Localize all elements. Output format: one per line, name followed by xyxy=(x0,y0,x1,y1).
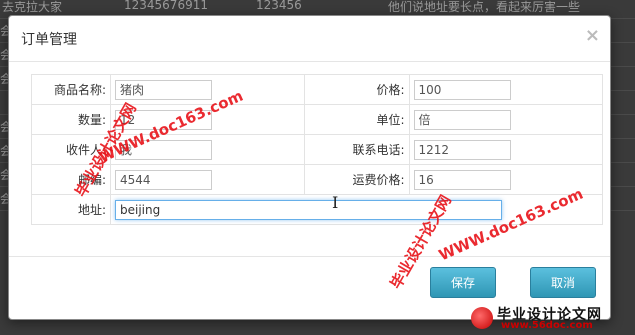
phone-label: 联系电话: xyxy=(303,134,410,165)
brand-logo: 毕业设计论文网 www.56doc.com xyxy=(471,304,629,332)
save-button[interactable]: 保存 xyxy=(430,267,496,298)
cell: 去克拉大家 xyxy=(2,0,63,14)
dialog-header: 订单管理 × xyxy=(9,16,610,62)
brand-url: www.56doc.com xyxy=(501,320,593,331)
product-name-label: 商品名称: xyxy=(31,74,111,105)
unit-field[interactable] xyxy=(413,109,511,130)
text-cursor-icon: I xyxy=(332,193,339,212)
cell: 他们说地址要长点，看起来厉害一些 xyxy=(388,0,581,14)
form-row: 商品名称: 价格: xyxy=(31,74,603,105)
price-label: 价格: xyxy=(303,74,410,105)
shipping-price-field[interactable] xyxy=(413,169,511,190)
price-field[interactable] xyxy=(413,79,511,100)
product-name-field[interactable] xyxy=(115,79,212,100)
quantity-label: 数量: xyxy=(31,104,111,135)
cell: 12345676911 xyxy=(124,0,208,12)
shipping-price-label: 运费价格: xyxy=(303,164,410,195)
close-icon[interactable]: × xyxy=(585,27,600,45)
postcode-field[interactable] xyxy=(115,169,212,190)
phone-field[interactable] xyxy=(413,139,511,160)
address-label: 地址: xyxy=(31,194,111,225)
dialog-title: 订单管理 xyxy=(21,32,77,48)
cancel-button[interactable]: 取消 xyxy=(530,267,596,298)
unit-label: 单位: xyxy=(303,104,410,135)
form-row: 邮编: 运费价格: xyxy=(31,164,603,195)
brand-logo-icon xyxy=(471,307,493,329)
cell: 123456 xyxy=(256,0,302,12)
